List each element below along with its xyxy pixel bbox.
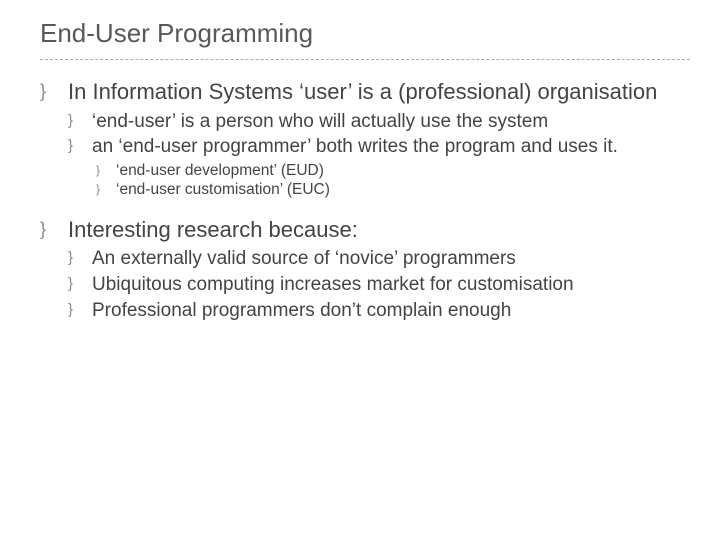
bullet-marker-icon: }: [40, 78, 68, 102]
bullet-marker-icon: }: [96, 180, 116, 196]
bullet-lvl1-block: } In Information Systems ‘user’ is a (pr…: [40, 78, 690, 200]
bullet-marker-icon: }: [68, 135, 92, 154]
bullet-marker-icon: }: [68, 273, 92, 292]
title-divider: [40, 59, 690, 60]
bullet-text: ‘end-user’ is a person who will actually…: [92, 110, 548, 134]
bullet-lvl3: } ‘end-user customisation’ (EUC): [96, 180, 690, 199]
bullet-lvl2: } An externally valid source of ‘novice’…: [68, 247, 690, 271]
bullet-lvl1-block: } Interesting research because: } An ext…: [40, 216, 690, 323]
bullet-marker-icon: }: [96, 161, 116, 177]
bullet-text: Ubiquitous computing increases market fo…: [92, 273, 574, 297]
bullet-marker-icon: }: [68, 110, 92, 129]
bullet-lvl1: } Interesting research because:: [40, 216, 690, 244]
bullet-text: Interesting research because:: [68, 216, 358, 244]
bullet-marker-icon: }: [68, 247, 92, 266]
bullet-text: an ‘end-user programmer’ both writes the…: [92, 135, 618, 159]
bullet-lvl2-block: } ‘end-user’ is a person who will actual…: [40, 110, 690, 200]
bullet-text: In Information Systems ‘user’ is a (prof…: [68, 78, 657, 106]
bullet-lvl1: } In Information Systems ‘user’ is a (pr…: [40, 78, 690, 106]
slide-title: End-User Programming: [40, 18, 690, 49]
bullet-text: ‘end-user development’ (EUD): [116, 161, 324, 180]
bullet-lvl2: } Ubiquitous computing increases market …: [68, 273, 690, 297]
bullet-marker-icon: }: [40, 216, 68, 240]
bullet-text: ‘end-user customisation’ (EUC): [116, 180, 330, 199]
bullet-lvl2: } ‘end-user’ is a person who will actual…: [68, 110, 690, 134]
bullet-marker-icon: }: [68, 299, 92, 318]
bullet-lvl2: } an ‘end-user programmer’ both writes t…: [68, 135, 690, 159]
bullet-text: Professional programmers don’t complain …: [92, 299, 511, 323]
bullet-text: An externally valid source of ‘novice’ p…: [92, 247, 516, 271]
bullet-lvl2-block: } An externally valid source of ‘novice’…: [40, 247, 690, 322]
bullet-lvl3: } ‘end-user development’ (EUD): [96, 161, 690, 180]
bullet-lvl2: } Professional programmers don’t complai…: [68, 299, 690, 323]
